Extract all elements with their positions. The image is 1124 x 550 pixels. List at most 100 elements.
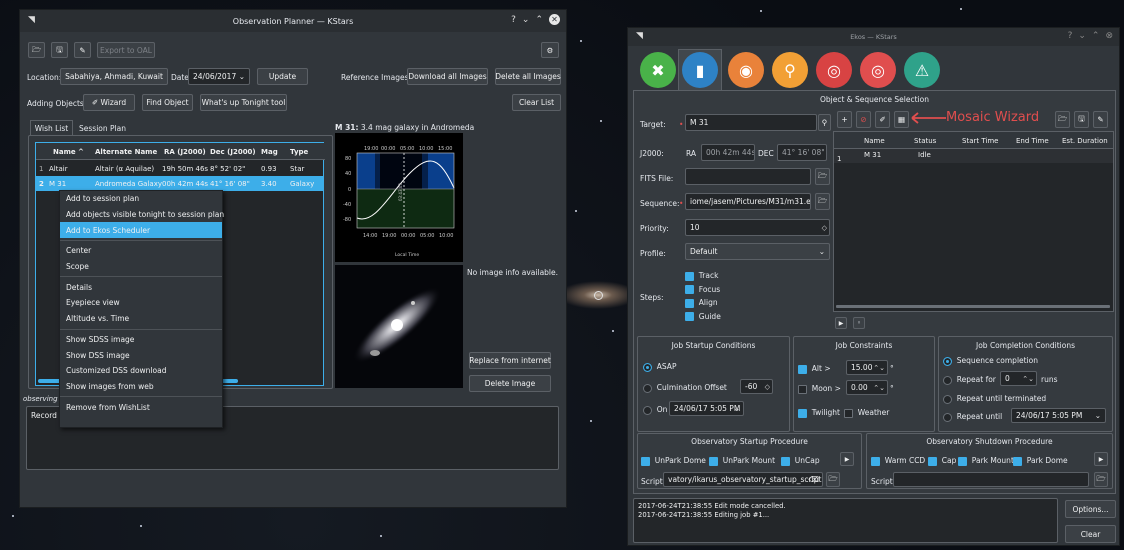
close-icon[interactable]: ✕ [549,14,560,25]
browse-shutdown-script-button[interactable]: 🗁 [1094,472,1108,487]
warm-ccd-checkbox[interactable]: Warm CCD [871,456,925,466]
open-schedule-button[interactable]: 🗁 [1055,111,1070,128]
fits-file-field[interactable] [685,168,811,185]
pause-scheduler-button[interactable]: ⏸ [853,317,865,329]
focus-icon[interactable]: ⚲ [772,52,808,88]
mosaic-button[interactable]: ▦ [894,111,909,128]
mount-icon[interactable]: ⚠ [904,52,940,88]
location-button[interactable]: Sabahiya, Ahmadi, Kuwait [60,68,168,85]
step-guide[interactable]: Guide [685,310,721,324]
scheduler-icon[interactable]: ▮ [682,52,718,88]
culmination-radio[interactable]: Culmination Offset [643,383,727,393]
guide-icon[interactable]: ◎ [860,52,896,88]
column-end-time[interactable]: End Time [1016,137,1049,145]
clear-list-button[interactable]: Clear List [512,94,561,111]
table-row[interactable]: 1 Altair Altair (α Aquilae) 19h 50m 46s … [36,161,323,176]
log-textarea[interactable]: 2017-06-24T21:38:55 Edit mode cancelled.… [633,498,1058,543]
minimize-icon[interactable]: ⌄ [522,15,530,25]
menu-item-show-sdss-image[interactable]: Show SDSS image [60,332,222,348]
browse-sequence-button[interactable]: 🗁 [815,193,830,210]
repeat-until-radio[interactable]: Repeat until [943,412,1002,422]
spinner-icon[interactable]: ⌃⌄ [1022,375,1034,383]
maximize-icon[interactable]: ⌃ [535,15,543,25]
horizontal-scrollbar[interactable] [836,305,1110,308]
remove-job-button[interactable]: ⊘ [856,111,871,128]
column-alternate-name[interactable]: Alternate Name [95,148,157,156]
cap-checkbox[interactable]: Cap [928,456,956,466]
moon-checkbox[interactable]: Moon > [798,384,841,394]
chevron-down-icon[interactable]: ⌄ [734,404,740,413]
browse-fits-button[interactable]: 🗁 [815,168,830,185]
date-field[interactable]: 24/06/2017 ⌄ [188,68,250,85]
menu-item-altitude-vs-time[interactable]: Altitude vs. Time [60,311,222,327]
close-icon[interactable]: ⊗ [1105,31,1113,41]
wizard-button[interactable]: ✐ Wizard [83,94,135,111]
menu-item-center[interactable]: Center [60,243,222,259]
export-oal-button[interactable]: Export to OAL [97,42,155,58]
menu-item-add-objects-visible-tonight[interactable]: Add objects visible tonight to session p… [60,207,224,223]
chevron-down-icon[interactable]: ⌄ [1095,411,1101,420]
uncap-checkbox[interactable]: UnCap [781,456,820,466]
culmination-offset-spinbox[interactable]: -60 ◇ [740,379,773,394]
find-object-button[interactable]: Find Object [142,94,193,111]
shutdown-script-field[interactable] [893,472,1089,487]
add-job-button[interactable]: + [837,111,852,128]
dec-field[interactable]: 41° 16' 08" [777,144,827,161]
park-mount-checkbox[interactable]: Park Mount [958,456,1014,466]
menu-item-add-to-ekos-scheduler[interactable]: Add to Ekos Scheduler [60,222,222,239]
park-dome-checkbox[interactable]: Park Dome [1013,456,1068,466]
tab-session-plan[interactable]: Session Plan [76,120,129,136]
setup-icon[interactable]: ✖ [640,52,676,88]
app-menu-icon[interactable]: ◥ [636,31,643,41]
column-mag[interactable]: Mag [261,148,278,156]
moon-spinbox[interactable]: 0.00 ⌃⌄ [846,380,888,395]
clear-text-icon[interactable]: ⌫ [808,475,819,484]
download-all-images-button[interactable]: Download all Images [407,68,488,85]
align-icon[interactable]: ◎ [816,52,852,88]
spinner-icon[interactable]: ◇ [822,224,827,232]
spinner-icon[interactable]: ◇ [765,383,770,391]
menu-item-eyepiece-view[interactable]: Eyepiece view [60,295,222,311]
minimize-icon[interactable]: ⌄ [1078,31,1086,41]
capture-icon[interactable]: ◉ [728,52,764,88]
step-focus[interactable]: Focus [685,283,721,297]
run-shutdown-button[interactable]: ▶ [1094,452,1108,466]
chevron-down-icon[interactable]: ⌄ [239,72,245,81]
column-status[interactable]: Status [914,137,936,145]
save-as-schedule-button[interactable]: ✎ [1093,111,1108,128]
settings-button[interactable]: ⚙ [541,42,559,58]
column-name[interactable]: Name [864,137,885,145]
menu-item-add-to-session-plan[interactable]: Add to session plan [60,191,222,207]
repeat-until-datetime-field[interactable]: 24/06/17 5:05 PM ⌄ [1011,408,1106,423]
priority-spinbox[interactable]: 10 ◇ [685,219,830,236]
repeat-runs-spinbox[interactable]: 0 ⌃⌄ [1000,371,1037,386]
app-menu-icon[interactable]: ◥ [28,15,35,25]
search-button[interactable]: ⚲ [818,114,831,131]
table-row-selected[interactable]: 2 M 31 Andromeda Galaxy 00h 42m 44s 41° … [36,176,323,191]
menu-item-details[interactable]: Details [60,279,222,295]
spinner-icon[interactable]: ⌃⌄ [873,384,885,392]
table-row[interactable]: 1 M 31 Idle [834,149,1113,163]
step-align[interactable]: Align [685,296,721,310]
asap-radio[interactable]: ASAP [643,362,676,372]
ekos-titlebar[interactable]: ◥ Ekos — KStars ? ⌄ ⌃ ⊗ [628,28,1119,46]
column-dec[interactable]: Dec (J2000) [210,148,256,156]
menu-item-remove-from-wishlist[interactable]: Remove from WishList [60,399,222,415]
maximize-icon[interactable]: ⌃ [1092,31,1100,41]
whats-up-tonight-button[interactable]: What's up Tonight tool [200,94,287,111]
save-button[interactable]: 🖫 [51,42,68,58]
clear-log-button[interactable]: Clear [1065,525,1116,543]
planner-titlebar[interactable]: ◥ Observation Planner — KStars ? ⌄ ⌃ ✕ [20,10,566,32]
alt-checkbox[interactable]: Alt > [798,364,831,374]
unpark-mount-checkbox[interactable]: UnPark Mount [709,456,775,466]
altitude-chart[interactable]: 19:00 00:00 05:00 10:00 15:00 80 40 0 -4… [335,133,463,262]
jobs-table[interactable]: Name Status Start Time End Time Est. Dur… [833,131,1114,312]
column-name[interactable]: Name ^ [53,148,84,156]
ra-field[interactable]: 00h 42m 44s [701,144,755,161]
tab-wish-list[interactable]: Wish List [30,120,73,136]
weather-checkbox[interactable]: Weather [844,408,889,418]
column-type[interactable]: Type [290,148,322,156]
help-icon[interactable]: ? [511,15,516,25]
step-track[interactable]: Track [685,269,721,283]
sequence-completion-radio[interactable]: Sequence completion [943,356,1038,366]
